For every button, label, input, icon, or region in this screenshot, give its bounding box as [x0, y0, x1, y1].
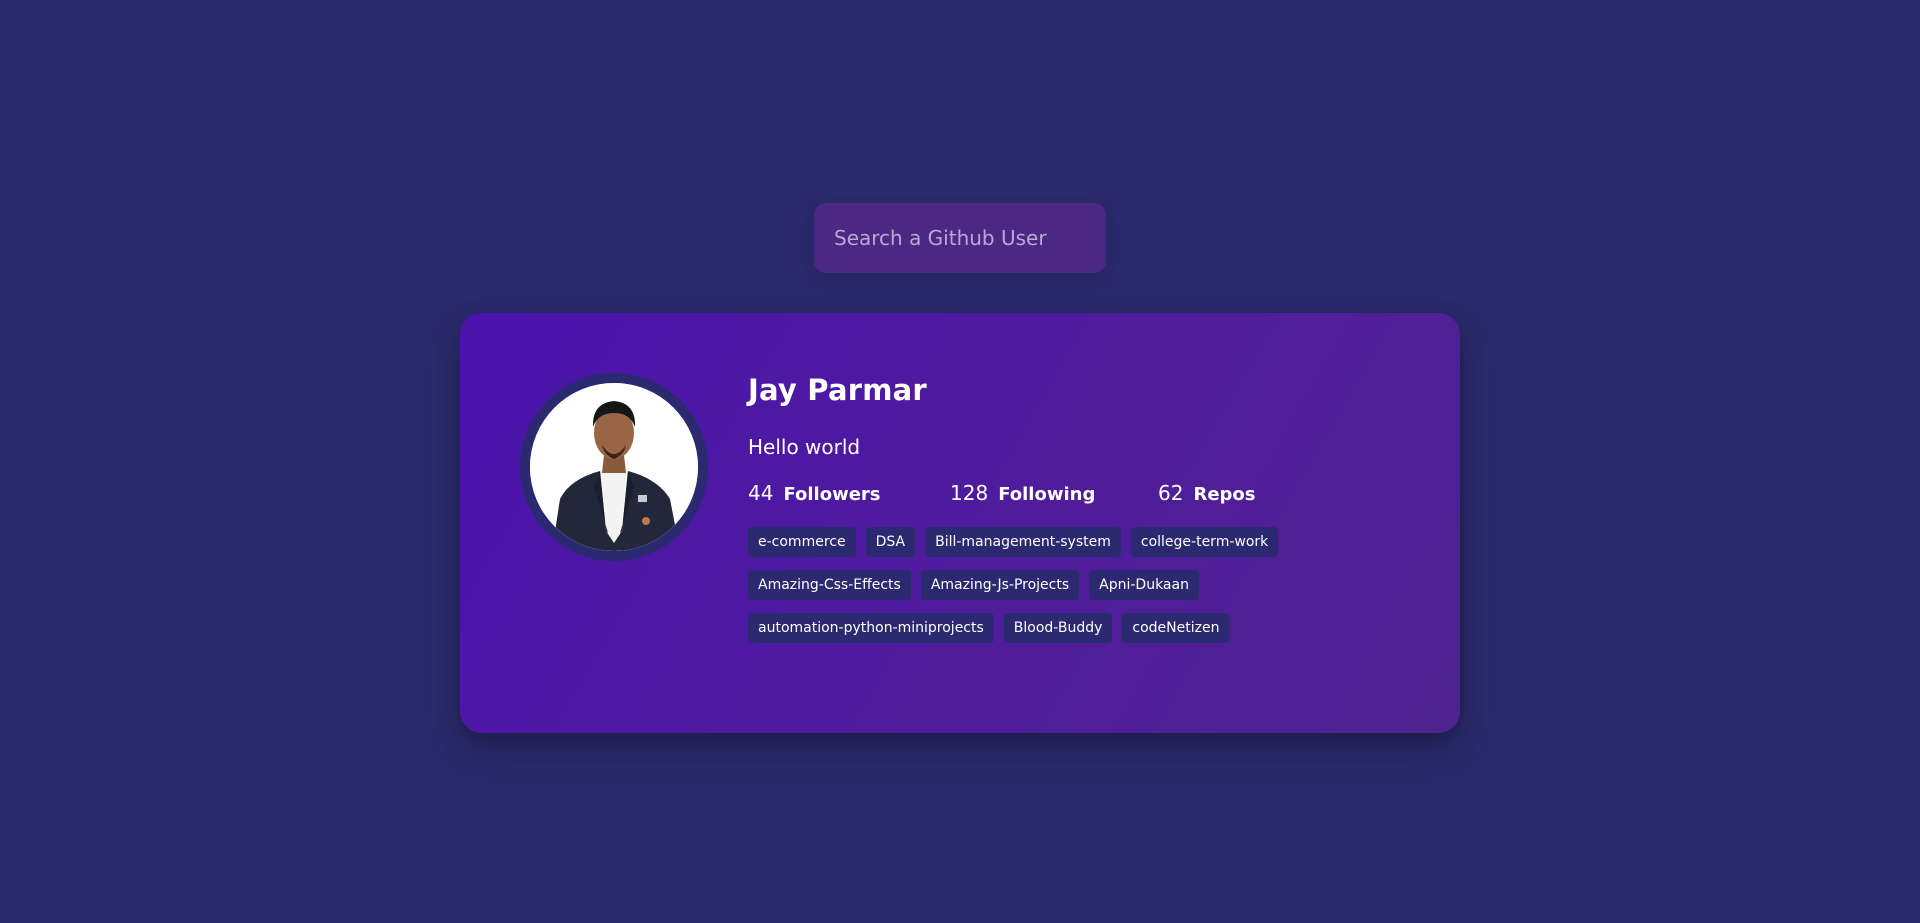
user-name: Jay Parmar [748, 373, 927, 407]
repo-link[interactable]: codeNetizen [1122, 612, 1230, 643]
repos-count: 62 [1158, 480, 1184, 505]
stat-following: 128 Following [950, 481, 1158, 505]
search-input[interactable] [814, 203, 1106, 273]
repo-link[interactable]: Bill-management-system [925, 526, 1121, 557]
avatar-photo [530, 383, 698, 551]
repo-link[interactable]: Apni-Dukaan [1089, 569, 1199, 600]
following-label: Following [998, 483, 1096, 505]
followers-label: Followers [783, 483, 881, 505]
repo-link[interactable]: DSA [865, 526, 916, 557]
user-info: Jay Parmar Hello world 44 Followers 128 … [748, 373, 1398, 643]
profile-card: Jay Parmar Hello world 44 Followers 128 … [460, 313, 1460, 733]
search-form [814, 203, 1106, 273]
repo-link[interactable]: e-commerce [748, 526, 856, 557]
user-bio: Hello world [748, 434, 861, 459]
avatar-ring [520, 373, 708, 561]
repo-link[interactable]: Amazing-Js-Projects [920, 569, 1080, 600]
repo-list: e-commerce DSA Bill-management-system co… [748, 526, 1328, 643]
repo-link[interactable]: college-term-work [1130, 526, 1279, 557]
repos-label: Repos [1193, 483, 1256, 505]
page: Jay Parmar Hello world 44 Followers 128 … [0, 0, 1920, 923]
followers-count: 44 [748, 480, 774, 505]
repo-link[interactable]: automation-python-miniprojects [748, 612, 994, 643]
repo-link[interactable]: Amazing-Css-Effects [748, 569, 911, 600]
user-stats: 44 Followers 128 Following 62 Repos [748, 481, 1398, 511]
stat-followers: 44 Followers [748, 481, 950, 505]
repo-link[interactable]: Blood-Buddy [1003, 612, 1113, 643]
stat-repos: 62 Repos [1158, 481, 1256, 505]
following-count: 128 [950, 480, 989, 505]
avatar [530, 383, 698, 551]
